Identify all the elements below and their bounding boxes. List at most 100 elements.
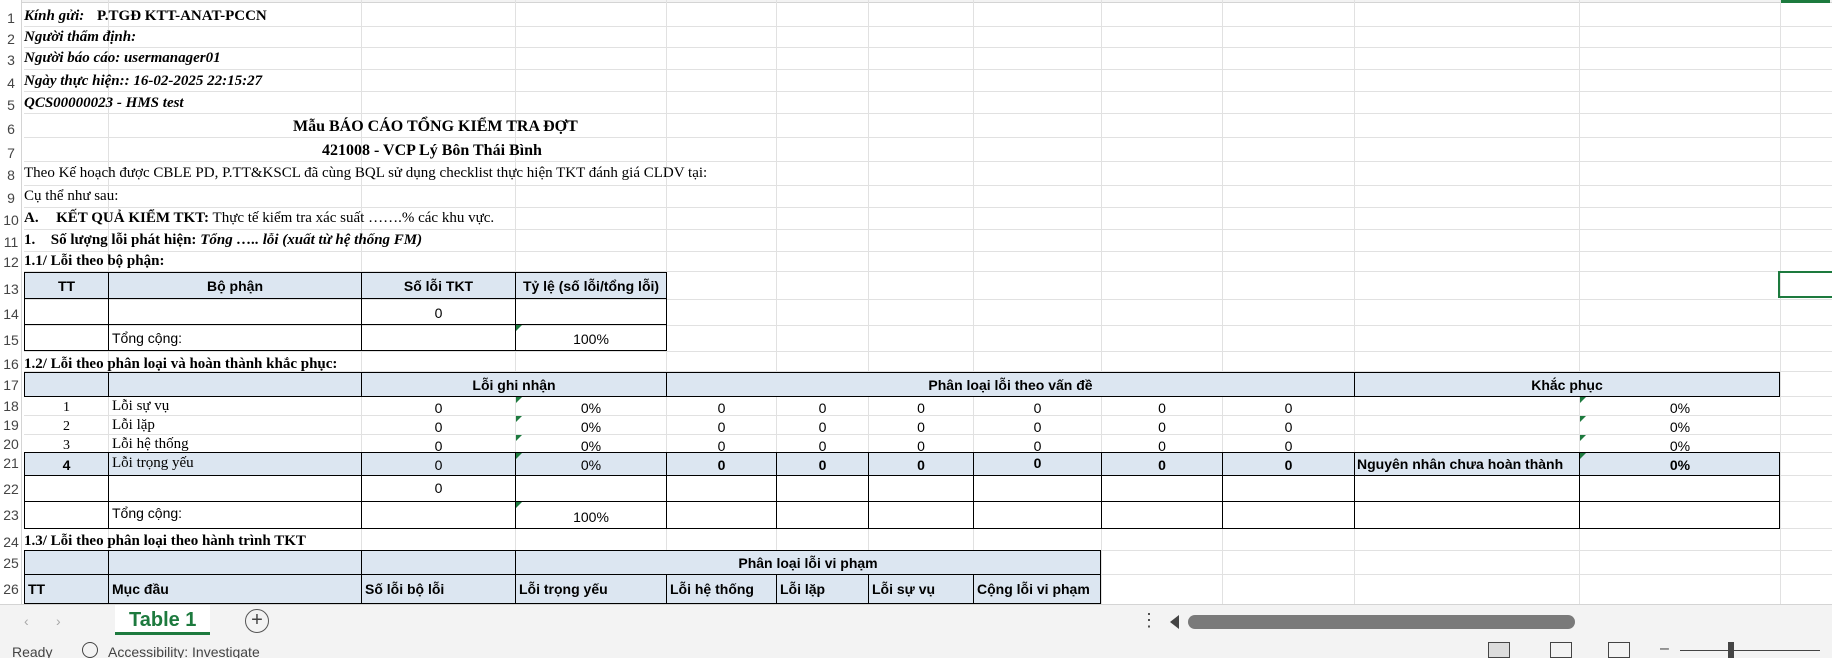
- section-1-3-title[interactable]: 1.3/ Lỗi theo phân loại theo hành trình …: [24, 534, 306, 549]
- t2-row2-c6[interactable]: 0: [1222, 419, 1355, 435]
- page-layout-icon[interactable]: [1550, 642, 1572, 658]
- active-cell-selection[interactable]: [1778, 271, 1832, 298]
- row-headers[interactable]: 1 2 3 4 5 6 7 8 9 10 11 12 13 14 15 16 1…: [0, 0, 22, 604]
- row-number[interactable]: 11: [0, 234, 22, 250]
- t2-row4-tt[interactable]: 4: [24, 457, 109, 473]
- horizontal-scrollbar[interactable]: [1188, 615, 1575, 629]
- accessibility-icon[interactable]: [82, 642, 98, 658]
- normal-view-icon[interactable]: [1488, 642, 1510, 658]
- t2-header-remediation[interactable]: Khắc phục: [1354, 372, 1780, 397]
- row-number[interactable]: 17: [0, 377, 22, 393]
- t2-row2-c5[interactable]: 0: [1101, 419, 1223, 435]
- zoom-slider[interactable]: [1680, 650, 1820, 651]
- row-number[interactable]: 20: [0, 436, 22, 452]
- t2-row3-c2[interactable]: 0: [776, 438, 869, 454]
- row-number[interactable]: 10: [0, 212, 22, 228]
- t2-row4-c2[interactable]: 0: [776, 457, 869, 473]
- t1-header-ratio[interactable]: Tỷ lệ (số lỗi/tổng lỗi): [515, 272, 667, 299]
- recipient-value[interactable]: P.TGĐ KTT-ANAT-PCCN: [97, 9, 267, 24]
- t2-row1-c3[interactable]: 0: [868, 400, 974, 416]
- t2-row1-c5[interactable]: 0: [1101, 400, 1223, 416]
- row-number[interactable]: 21: [0, 455, 22, 471]
- t3-header-tt[interactable]: TT: [24, 574, 109, 604]
- section-1-line[interactable]: 1. Số lượng lỗi phát hiện: Tổng ….. lỗi …: [24, 233, 422, 248]
- t3-header-item[interactable]: Mục đầu: [108, 574, 362, 604]
- t2-row2-pct[interactable]: 0%: [515, 419, 667, 435]
- t2-extra-count[interactable]: 0: [361, 480, 516, 496]
- t2-incomplete-reason-label[interactable]: Nguyên nhân chưa hoàn thành: [1357, 457, 1563, 471]
- t2-row2-c4[interactable]: 0: [973, 419, 1102, 435]
- t2-row4-c1[interactable]: 0: [666, 457, 777, 473]
- details-intro[interactable]: Cụ thể như sau:: [24, 189, 118, 204]
- next-sheet-button[interactable]: ›: [56, 613, 61, 629]
- t2-row4-c4[interactable]: 0: [973, 455, 1102, 471]
- row-number[interactable]: 3: [0, 52, 22, 68]
- t2-row1-c1[interactable]: 0: [666, 400, 777, 416]
- row-number[interactable]: 15: [0, 332, 22, 348]
- row-number[interactable]: 14: [0, 306, 22, 322]
- t2-row4-c5[interactable]: 0: [1101, 457, 1223, 473]
- row-number[interactable]: 22: [0, 481, 22, 497]
- t2-row3-tt[interactable]: 3: [24, 438, 109, 454]
- t2-row1-c4[interactable]: 0: [973, 400, 1102, 416]
- t2-row1-c6[interactable]: 0: [1222, 400, 1355, 416]
- t2-row4-c3[interactable]: 0: [868, 457, 974, 473]
- section-1-1-title[interactable]: 1.1/ Lỗi theo bộ phận:: [24, 254, 164, 269]
- row-number[interactable]: 23: [0, 507, 22, 523]
- t3-header-total-violations[interactable]: Cộng lỗi vi phạm: [973, 574, 1101, 604]
- t1-error-count-value[interactable]: 0: [361, 305, 516, 321]
- t2-row1-c2[interactable]: 0: [776, 400, 869, 416]
- report-subtitle[interactable]: 421008 - VCP Lý Bôn Thái Bình: [322, 143, 542, 159]
- t2-row2-c1[interactable]: 0: [666, 419, 777, 435]
- t2-row1-name[interactable]: Lỗi sự vụ: [112, 399, 169, 414]
- zoom-slider-thumb[interactable]: [1728, 642, 1734, 658]
- date-line[interactable]: Ngày thực hiện:: 16-02-2025 22:15:27: [24, 74, 262, 89]
- row-number[interactable]: 26: [0, 581, 22, 597]
- qcs-line[interactable]: QCS00000023 - HMS test: [24, 96, 184, 111]
- t2-row3-c5[interactable]: 0: [1101, 438, 1223, 454]
- scroll-left-icon[interactable]: [1170, 615, 1179, 629]
- row-number[interactable]: 8: [0, 167, 22, 183]
- t2-row3-c4[interactable]: 0: [973, 438, 1102, 454]
- t2-row3-count[interactable]: 0: [361, 438, 516, 454]
- sheet-tab-table-1[interactable]: Table 1: [115, 605, 211, 635]
- row-number[interactable]: 7: [0, 145, 22, 161]
- spreadsheet-grid[interactable]: 1 2 3 4 5 6 7 8 9 10 11 12 13 14 15 16 1…: [0, 0, 1832, 604]
- t3-header-repeat[interactable]: Lỗi lặp: [776, 574, 869, 604]
- t3-header-incident[interactable]: Lỗi sự vụ: [868, 574, 974, 604]
- section-a-line[interactable]: A. KẾT QUẢ KIỂM TKT: Thực tế kiểm tra xá…: [24, 211, 494, 226]
- row-number[interactable]: 2: [0, 31, 22, 47]
- t2-row4-c6[interactable]: 0: [1222, 457, 1355, 473]
- t2-row1-pct[interactable]: 0%: [515, 400, 667, 416]
- reporter-line[interactable]: Người báo cáo: usermanager01: [24, 51, 221, 66]
- row-number[interactable]: 9: [0, 190, 22, 206]
- t3-header-system[interactable]: Lỗi hệ thống: [666, 574, 777, 604]
- row-number[interactable]: 5: [0, 97, 22, 113]
- t2-row3-c3[interactable]: 0: [868, 438, 974, 454]
- more-options-icon[interactable]: ⋮: [1140, 610, 1158, 631]
- t2-row1-count[interactable]: 0: [361, 400, 516, 416]
- t2-row3-c6[interactable]: 0: [1222, 438, 1355, 454]
- recipient-label[interactable]: Kính gửi:: [24, 9, 84, 24]
- row-number[interactable]: 4: [0, 75, 22, 91]
- t2-row4-pct[interactable]: 0%: [515, 457, 667, 473]
- t2-total-pct[interactable]: 100%: [515, 509, 667, 525]
- t2-header-classification[interactable]: Phân loại lỗi theo vấn đề: [666, 372, 1355, 397]
- section-1-2-title[interactable]: 1.2/ Lỗi theo phân loại và hoàn thành kh…: [24, 357, 337, 372]
- t2-total-label[interactable]: Tổng cộng:: [112, 506, 182, 520]
- t2-row4-fix[interactable]: 0%: [1579, 457, 1781, 473]
- add-sheet-icon[interactable]: +: [245, 609, 269, 633]
- prev-sheet-button[interactable]: ‹: [24, 613, 29, 629]
- accessibility-status[interactable]: Accessibility: Investigate: [108, 644, 260, 658]
- t2-row1-fix[interactable]: 0%: [1579, 400, 1781, 416]
- t2-row2-c3[interactable]: 0: [868, 419, 974, 435]
- row-number[interactable]: 12: [0, 254, 22, 270]
- t2-row4-name[interactable]: Lỗi trọng yếu: [112, 456, 194, 471]
- row-number[interactable]: 24: [0, 534, 22, 550]
- t2-row2-tt[interactable]: 2: [24, 419, 109, 435]
- report-title[interactable]: Mẫu BÁO CÁO TỔNG KIỂM TRA ĐỢT: [293, 119, 578, 135]
- page-break-icon[interactable]: [1608, 642, 1630, 658]
- t2-row2-c2[interactable]: 0: [776, 419, 869, 435]
- t2-row1-tt[interactable]: 1: [24, 400, 109, 416]
- t2-row2-name[interactable]: Lỗi lặp: [112, 418, 155, 433]
